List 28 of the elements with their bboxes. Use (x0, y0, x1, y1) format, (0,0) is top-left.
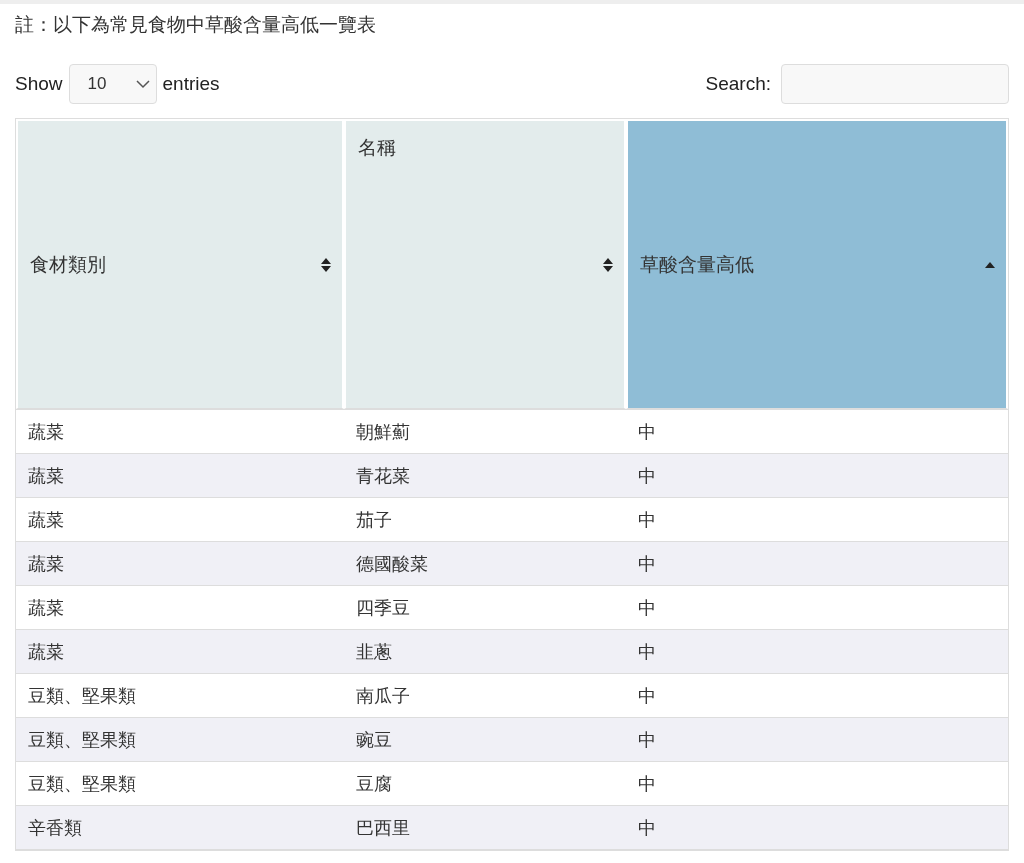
table-cell: 豌豆 (344, 717, 626, 761)
note-text: 註：以下為常見食物中草酸含量高低一覽表 (15, 14, 377, 37)
column-header[interactable]: 草酸含量高低 (626, 119, 1008, 409)
table-cell: 巴西里 (344, 805, 626, 849)
table-cell: 中 (626, 717, 1008, 761)
table-cell: 豆類、堅果類 (16, 717, 344, 761)
entries-label: entries (162, 73, 220, 95)
table-cell: 蔬菜 (16, 453, 344, 497)
table-cell: 蔬菜 (16, 629, 344, 673)
show-label: Show (15, 73, 63, 95)
table-cell: 中 (626, 453, 1008, 497)
table-cell: 青花菜 (344, 453, 626, 497)
table-cell: 中 (626, 805, 1008, 849)
table-cell: 德國酸菜 (344, 541, 626, 585)
table-cell: 中 (626, 541, 1008, 585)
table-cell: 中 (626, 629, 1008, 673)
search-field[interactable] (781, 64, 1009, 104)
table-cell: 辛香類 (16, 805, 344, 849)
sort-icon (320, 256, 332, 273)
sort-icon (602, 256, 614, 273)
sort-ascending-icon (984, 260, 996, 269)
search-label: Search: (705, 73, 771, 95)
entries-select[interactable]: 10 (68, 64, 157, 104)
chevron-down-icon (135, 79, 150, 89)
column-header[interactable]: 名稱 (344, 119, 626, 409)
column-header[interactable]: 食材類別 (16, 119, 344, 409)
table-cell: 韭蔥 (344, 629, 626, 673)
table-cell: 蔬菜 (16, 541, 344, 585)
